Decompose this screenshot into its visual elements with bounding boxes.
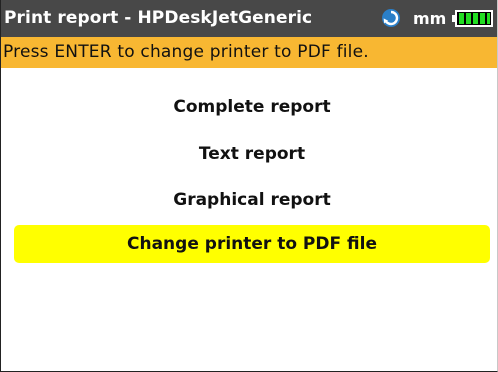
circular-arrow-icon (382, 9, 400, 27)
unit-indicator: mm (413, 9, 447, 28)
report-menu: Complete report Text report Graphical re… (0, 68, 498, 371)
status-message: Press ENTER to change printer to PDF fil… (3, 42, 369, 62)
title-bar: Print report - HPDeskJetGeneric mm (0, 0, 498, 37)
menu-item-complete-report[interactable]: Complete report (14, 88, 490, 126)
menu-item-change-printer-pdf[interactable]: Change printer to PDF file (14, 225, 490, 263)
window-title: Print report - HPDeskJetGeneric (4, 8, 313, 28)
battery-full-icon (452, 10, 493, 27)
menu-item-text-report[interactable]: Text report (14, 135, 490, 173)
status-bar: Press ENTER to change printer to PDF fil… (0, 37, 498, 68)
menu-item-graphical-report[interactable]: Graphical report (14, 181, 490, 219)
